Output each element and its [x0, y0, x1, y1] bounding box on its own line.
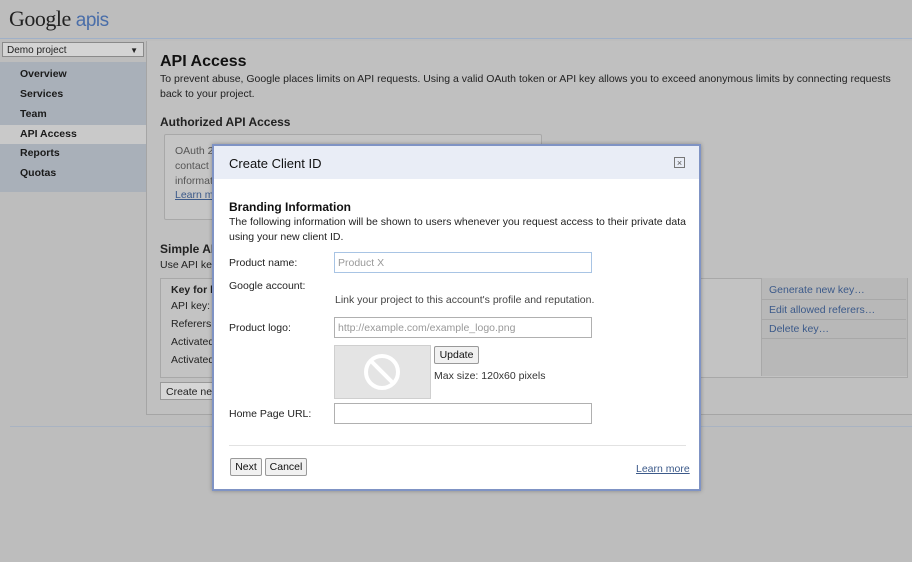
- logo-google: Google: [9, 6, 71, 31]
- generate-new-key-link[interactable]: Generate new key…: [769, 284, 865, 296]
- referers-label: Referers:: [171, 318, 215, 330]
- dialog-title: Create Client ID: [229, 156, 322, 171]
- divider: [762, 319, 906, 320]
- sidebar-item-reports[interactable]: Reports: [0, 144, 146, 163]
- product-name-input[interactable]: [334, 252, 592, 273]
- logo-max-size: Max size: 120x60 pixels: [434, 370, 546, 382]
- branding-description: The following information will be shown …: [229, 216, 686, 243]
- authorized-api-heading: Authorized API Access: [160, 115, 291, 129]
- simple-api-heading: Simple AP: [160, 242, 219, 256]
- api-key-label: API key:: [171, 300, 211, 312]
- sidebar-item-overview[interactable]: Overview: [0, 65, 146, 84]
- update-button[interactable]: Update: [434, 346, 479, 364]
- project-select[interactable]: Demo project ▼: [2, 42, 144, 57]
- sidebar-nav: Overview Services Team API Access Report…: [0, 62, 146, 192]
- sidebar-item-quotas[interactable]: Quotas: [0, 164, 146, 183]
- next-button[interactable]: Next: [230, 458, 262, 476]
- activated-label: Activated: [171, 354, 215, 366]
- google-account-label: Google account:: [229, 280, 306, 292]
- logo-apis: apis: [75, 10, 109, 31]
- header-divider: [0, 38, 912, 39]
- product-logo-input[interactable]: [334, 317, 592, 338]
- oauth-line: informat: [175, 175, 213, 187]
- sidebar-item-api-access[interactable]: API Access: [0, 125, 146, 144]
- close-icon[interactable]: ×: [674, 157, 685, 168]
- branding-heading: Branding Information: [229, 200, 351, 214]
- key-title: Key for b: [171, 284, 217, 296]
- product-logo-label: Product logo:: [229, 322, 291, 334]
- google-apis-logo[interactable]: Google apis: [9, 6, 109, 32]
- sidebar-item-team[interactable]: Team: [0, 105, 146, 124]
- simple-api-description: Use API ke: [160, 259, 212, 271]
- learn-more-link[interactable]: Learn more: [636, 463, 690, 475]
- cancel-button[interactable]: Cancel: [265, 458, 307, 476]
- create-new-key-button[interactable]: Create ne: [160, 382, 220, 400]
- no-image-icon: [364, 354, 400, 390]
- oauth-learn-more-link[interactable]: Learn m: [175, 189, 214, 201]
- divider: [762, 299, 906, 300]
- oauth-text: OAuth 2 contact informat: [175, 144, 214, 189]
- edit-allowed-referers-link[interactable]: Edit allowed referers…: [769, 304, 875, 316]
- divider: [762, 338, 906, 339]
- chevron-down-icon: ▼: [130, 46, 138, 55]
- project-select-value: Demo project: [7, 45, 67, 56]
- page-description: To prevent abuse, Google places limits o…: [160, 73, 891, 100]
- page-title: API Access: [160, 53, 247, 70]
- oauth-line: OAuth 2: [175, 145, 214, 157]
- google-account-help: Link your project to this account's prof…: [335, 294, 595, 306]
- home-page-url-label: Home Page URL:: [229, 408, 312, 420]
- product-name-label: Product name:: [229, 257, 298, 269]
- sidebar-item-services[interactable]: Services: [0, 85, 146, 104]
- activated-label: Activated: [171, 336, 215, 348]
- oauth-line: contact: [175, 160, 209, 172]
- home-page-url-input[interactable]: [334, 403, 592, 424]
- logo-preview: [334, 345, 431, 399]
- delete-key-link[interactable]: Delete key…: [769, 323, 829, 335]
- dialog-divider: [229, 445, 686, 446]
